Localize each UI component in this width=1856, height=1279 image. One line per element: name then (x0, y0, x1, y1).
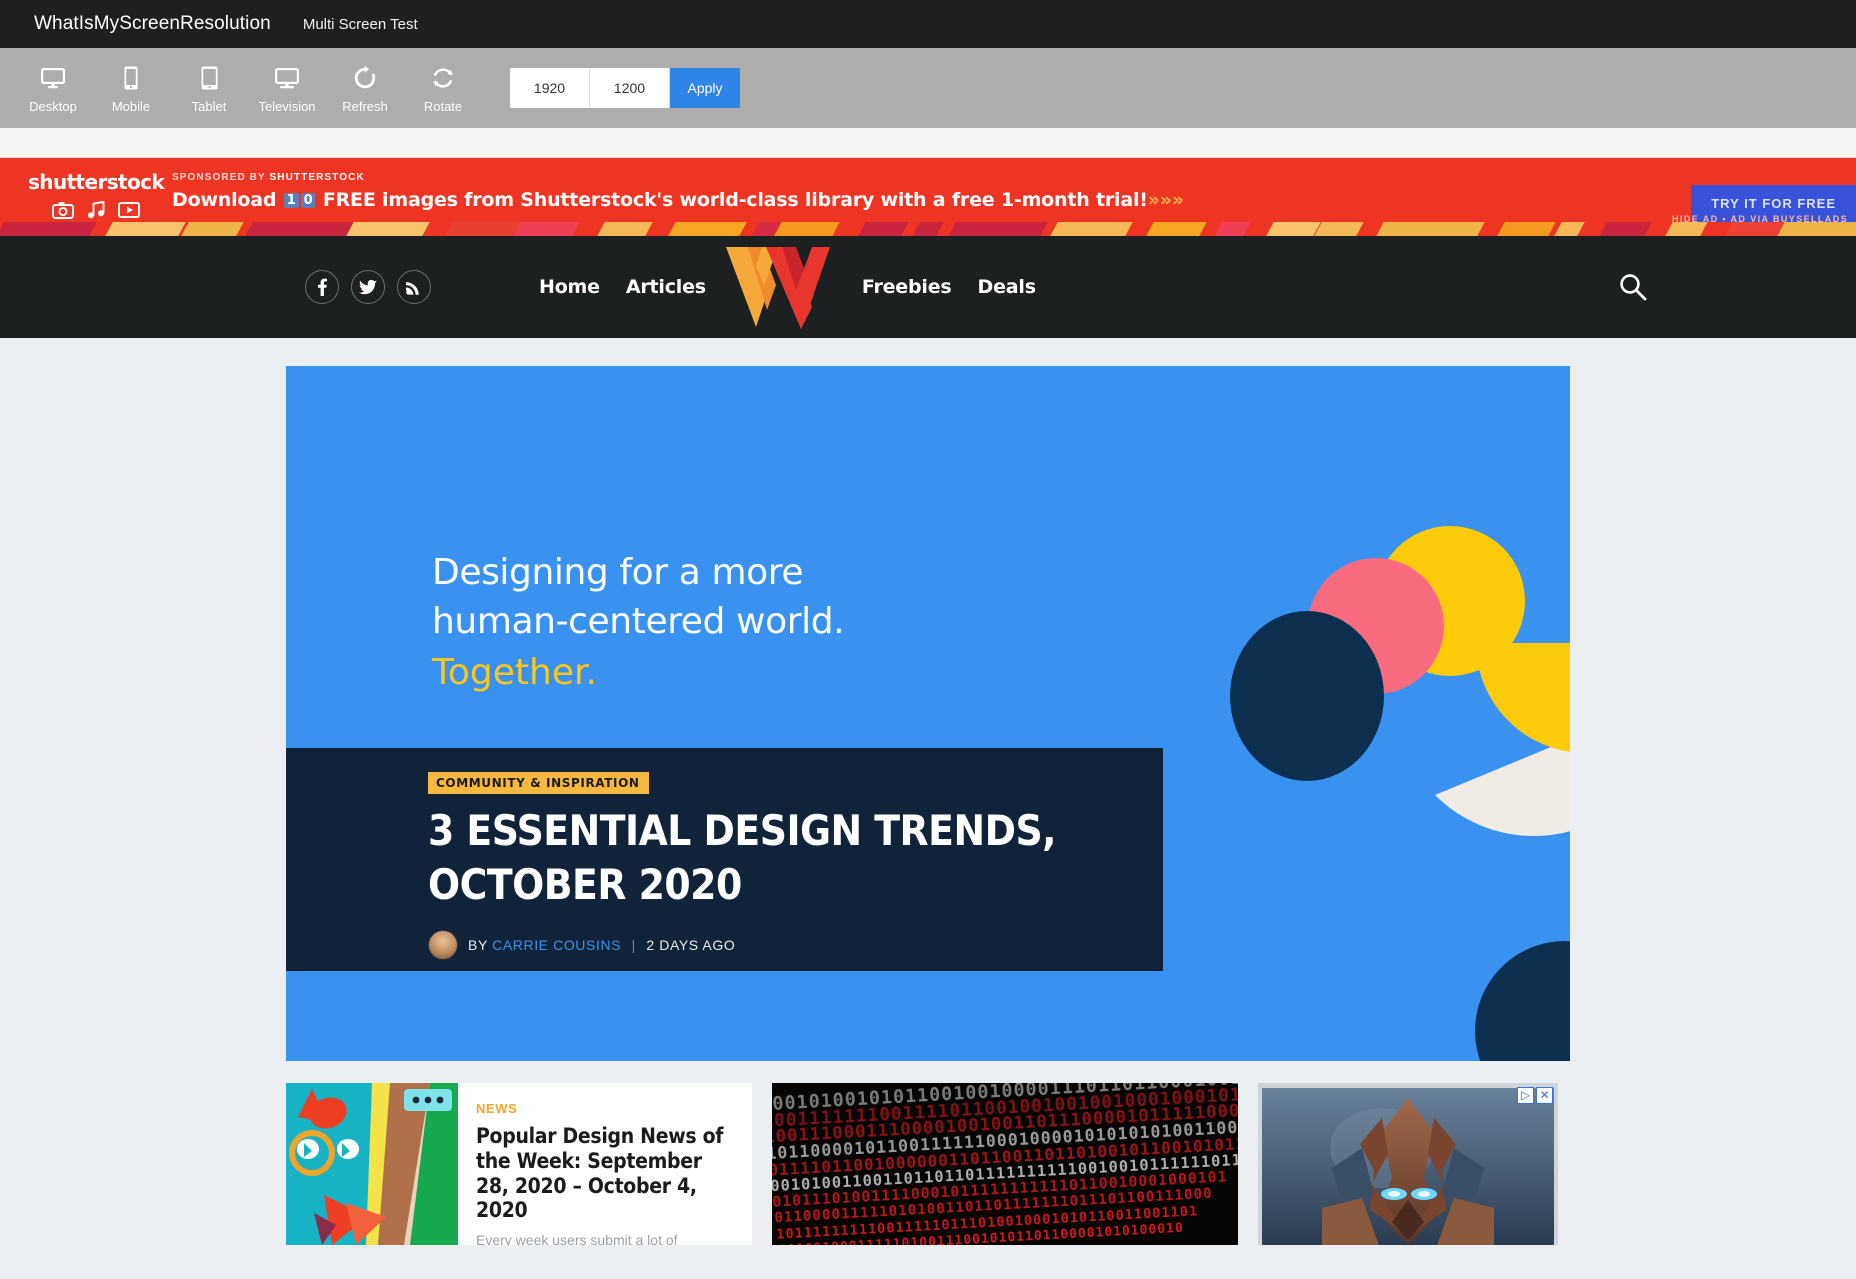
nav-link-freebies[interactable]: Freebies (862, 276, 952, 298)
badge-0: 0 (301, 193, 316, 208)
viewport-gap (0, 128, 1856, 158)
illustration-cat-thumbnail (286, 1083, 458, 1245)
twitter-icon[interactable] (351, 270, 385, 304)
nav-links-left: Home Articles (539, 276, 706, 298)
mobile-icon (124, 63, 138, 93)
hero-tagline: Designing for a more human-centered worl… (432, 548, 844, 697)
device-button-rotate[interactable]: Rotate (404, 63, 482, 114)
video-play-icon (118, 201, 140, 219)
multi-screen-test-link[interactable]: Multi Screen Test (303, 16, 418, 33)
device-button-refresh[interactable]: Refresh (326, 63, 404, 114)
television-icon (274, 63, 300, 93)
sponsored-ad-banner[interactable]: shutterstock SPONSORED BY SHUTTERSTOCK D… (0, 158, 1856, 236)
author-link[interactable]: CARRIE COUSINS (492, 937, 621, 953)
music-note-icon (86, 201, 106, 219)
device-label: Mobile (112, 99, 150, 114)
article-cards-row: NEWS Popular Design News of the Week: Se… (286, 1083, 1570, 1245)
main-content: Designing for a more human-centered worl… (0, 338, 1856, 1245)
article-card-news[interactable]: NEWS Popular Design News of the Week: Se… (286, 1083, 752, 1245)
featured-article-hero[interactable]: Designing for a more human-centered worl… (286, 366, 1570, 1061)
ad-sponsored-label: SPONSORED BY SHUTTERSTOCK (172, 172, 1184, 183)
card-body: NEWS Popular Design News of the Week: Se… (458, 1083, 752, 1245)
site-logo[interactable] (718, 244, 838, 330)
card-title[interactable]: Popular Design News of the Week: Septemb… (476, 1124, 736, 1223)
device-label: Desktop (29, 99, 77, 114)
arrows-emoji: »»» (1148, 189, 1184, 211)
hero-overlay: COMMUNITY & INSPIRATION 3 ESSENTIAL DESI… (286, 748, 1163, 971)
screen-width-input[interactable] (510, 68, 590, 108)
screen-height-input[interactable] (590, 68, 670, 108)
nav-link-home[interactable]: Home (539, 276, 600, 298)
camera-icon (52, 201, 74, 219)
game-ad-thumbnail (1262, 1088, 1554, 1245)
search-icon[interactable] (1618, 272, 1648, 307)
device-button-desktop[interactable]: Desktop (14, 63, 92, 114)
ad-choices-controls: ▷ ✕ (1517, 1087, 1553, 1104)
desktop-icon (40, 63, 66, 93)
device-label: Rotate (424, 99, 462, 114)
nav-link-deals[interactable]: Deals (978, 276, 1036, 298)
apply-button[interactable]: Apply (670, 68, 740, 108)
shutterstock-media-icons (28, 201, 172, 219)
tablet-icon (201, 63, 218, 93)
device-label: Television (258, 99, 315, 114)
device-label: Tablet (192, 99, 227, 114)
ad-headline: Download 10 FREE images from Shutterstoc… (172, 189, 1184, 211)
byline-separator: | (632, 937, 636, 953)
rotate-icon (431, 63, 455, 93)
shutterstock-logo-block: shutterstock (0, 158, 172, 219)
shutterstock-wordmark: shutterstock (28, 170, 172, 194)
avatar (428, 930, 458, 960)
published-time: 2 DAYS AGO (646, 937, 735, 953)
device-button-mobile[interactable]: Mobile (92, 63, 170, 114)
category-badge[interactable]: COMMUNITY & INSPIRATION (428, 772, 649, 794)
ad-copy: SPONSORED BY SHUTTERSTOCK Download 10 FR… (172, 158, 1184, 211)
close-icon[interactable]: ✕ (1536, 1087, 1553, 1104)
device-label: Refresh (342, 99, 388, 114)
hero-tagline-line1: Designing for a more (432, 548, 844, 597)
ad-stripe-decoration (0, 222, 1856, 236)
byline-prefix: BY (468, 937, 488, 953)
refresh-icon (353, 63, 377, 93)
app-brand: WhatIsMyScreenResolution (34, 13, 271, 35)
app-topbar: WhatIsMyScreenResolution Multi Screen Te… (0, 0, 1856, 48)
social-links (305, 270, 431, 304)
site-navigation: Home Articles Freebies Deals (0, 236, 1856, 338)
resolution-controls: Apply (510, 68, 740, 108)
nav-links-right: Freebies Deals (862, 276, 1036, 298)
article-card-binary[interactable]: 0001010010101100100100001110110110001001… (772, 1083, 1238, 1245)
rss-icon[interactable] (397, 270, 431, 304)
card-excerpt: Every week users submit a lot of (476, 1232, 736, 1245)
hero-tagline-line3: Together. (432, 648, 844, 697)
hero-byline: BY CARRIE COUSINS | 2 DAYS AGO (428, 930, 1163, 960)
nav-link-articles[interactable]: Articles (626, 276, 706, 298)
hero-title[interactable]: 3 ESSENTIAL DESIGN TRENDS, OCTOBER 2020 (428, 804, 1068, 912)
ad-choices-icon[interactable]: ▷ (1517, 1087, 1534, 1104)
device-toolbar: Desktop Mobile Tablet Television Refresh… (0, 48, 1856, 128)
byline-text: BY CARRIE COUSINS | 2 DAYS AGO (468, 937, 735, 953)
badge-1: 1 (284, 193, 299, 208)
card-kicker[interactable]: NEWS (476, 1101, 736, 1116)
device-button-tablet[interactable]: Tablet (170, 63, 248, 114)
device-button-television[interactable]: Television (248, 63, 326, 114)
facebook-icon[interactable] (305, 270, 339, 304)
advertisement-card[interactable]: ▷ ✕ (1258, 1083, 1558, 1245)
binary-code-thumbnail: 0001010010101100100100001110110110001001… (772, 1083, 1238, 1245)
hero-tagline-line2: human-centered world. (432, 597, 844, 646)
